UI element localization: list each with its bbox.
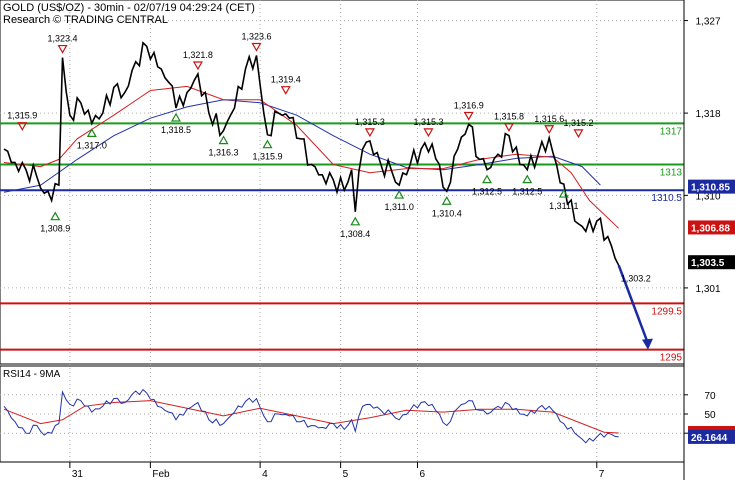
chart-source: Research © TRADING CENTRAL: [3, 14, 168, 26]
swing-high-label: 1,315.9: [7, 111, 37, 121]
chart-title: GOLD (US$/OZ) - 30min - 02/07/19 04:29:2…: [3, 2, 255, 14]
price-badge-label-current: 1,303.5: [691, 258, 725, 269]
swing-low-label: 1,311.1: [549, 201, 578, 211]
y-tick-label: 1,318: [695, 109, 720, 120]
swing-low-label: 1,310.4: [432, 208, 462, 218]
chart-canvas: 1317 1313 1310.5 1299.5 1295 1,315.9 1,323.4 1…: [0, 0, 735, 480]
price-badge-label-pivot: 1,310.85: [691, 183, 730, 194]
rsi-badge-label-rsi: 26.1644: [691, 433, 728, 444]
swing-high-label: 1,323.4: [48, 34, 78, 44]
x-tick-label: Feb: [152, 469, 170, 480]
swing-high-label: 1,315.3: [355, 117, 385, 127]
x-tick-label: 31: [72, 469, 84, 480]
swing-low-label: 1,308.9: [40, 224, 70, 234]
swing-high-label: 1,316.9: [454, 100, 484, 110]
level-label-1313: 1313: [660, 168, 683, 179]
level-label-1299.5: 1299.5: [651, 306, 682, 317]
price-badge-label-support: 1,306.88: [691, 223, 730, 234]
x-tick-label: 6: [419, 469, 425, 480]
y-tick-label: 1,327: [695, 17, 720, 28]
x-tick-label: 5: [343, 469, 349, 480]
level-label-1310.5: 1310.5: [651, 193, 682, 204]
swing-high-label: 1,315.2: [563, 118, 593, 128]
swing-low-label: 1,318.5: [161, 125, 191, 135]
x-tick-label: 7: [599, 469, 605, 480]
rsi-y-tick-label: 70: [704, 391, 716, 402]
swing-low-label: 1,312.5: [472, 187, 502, 197]
swing-low-label: 1,315.9: [252, 152, 282, 162]
level-label-1317: 1317: [660, 126, 683, 137]
swing-low-label: 1,317.0: [77, 140, 107, 150]
swing-high-label: 1,315.6: [534, 114, 564, 124]
swing-low-label: 1,312.5: [512, 187, 542, 197]
swing-low-label: 1,308.4: [340, 229, 370, 239]
last-price-label: 1,303.2: [621, 273, 651, 283]
rsi-panel: [0, 365, 685, 463]
rsi-y-tick-label: 50: [704, 410, 716, 421]
swing-low-label: 1,311.0: [384, 202, 413, 212]
x-tick-label: 4: [262, 469, 268, 480]
swing-high-label: 1,315.8: [494, 112, 524, 122]
swing-low-label: 1,316.3: [209, 148, 239, 158]
swing-high-label: 1,319.4: [271, 75, 301, 85]
rsi-title: RSI14 - 9MA: [3, 369, 61, 380]
y-tick-label: 1,301: [695, 284, 720, 295]
swing-high-label: 1,323.6: [241, 32, 271, 42]
swing-high-label: 1,321.8: [183, 50, 213, 60]
level-label-1295: 1295: [660, 353, 683, 364]
swing-high-label: 1,315.3: [413, 117, 443, 127]
